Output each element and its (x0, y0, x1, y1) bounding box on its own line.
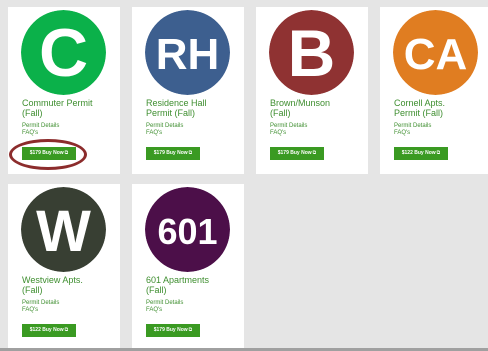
buy-now-button[interactable]: $122 Buy Now⧉ (394, 147, 448, 160)
permit-title: Residence Hall Permit (Fall) (146, 98, 242, 118)
permit-details-link[interactable]: Permit Details (394, 123, 431, 130)
permit-title: Commuter Permit (Fall) (22, 98, 118, 118)
buy-price: $179 (153, 150, 165, 156)
permit-title-line2: (Fall) (22, 285, 43, 295)
faq-link[interactable]: FAQ's (146, 307, 162, 314)
permit-title: Brown/Munson (Fall) (270, 98, 366, 118)
permit-card-commuter: C Commuter Permit (Fall) Permit Details … (8, 7, 120, 174)
commuter-logo-badge: C (21, 10, 106, 95)
buy-now-button[interactable]: $122 Buy Now⧉ (22, 324, 76, 337)
buy-price: $179 (277, 150, 289, 156)
permit-details-link[interactable]: Permit Details (146, 300, 183, 307)
buy-label: Buy Now (42, 150, 64, 156)
buy-label: Buy Now (414, 150, 436, 156)
external-link-icon: ⧉ (188, 327, 193, 333)
logo-letter: B (288, 16, 336, 90)
permit-title-line2: Permit (Fall) (146, 108, 195, 118)
601-apartments-logo: 601 (145, 187, 230, 272)
logo-letter: 601 (157, 211, 217, 252)
faq-link[interactable]: FAQ's (270, 130, 286, 137)
faq-link[interactable]: FAQ's (22, 307, 38, 314)
permit-title-line2: Permit (Fall) (394, 108, 443, 118)
cornell-apts-logo: CA (393, 10, 478, 95)
permit-title-line1: Commuter Permit (22, 98, 93, 108)
buy-price: $122 (401, 150, 413, 156)
residence-hall-logo-badge: RH (145, 10, 230, 95)
buy-now-button[interactable]: $179 Buy Now⧉ (22, 147, 76, 160)
permit-card-601-apartments: 601 601 Apartments (Fall) Permit Details… (132, 184, 244, 351)
permit-title-line1: 601 Apartments (146, 275, 210, 285)
601-apartments-logo-badge: 601 (145, 187, 230, 272)
permit-title: Cornell Apts. Permit (Fall) (394, 98, 488, 118)
westview-apts-logo-badge: W (21, 187, 106, 272)
permit-title-line1: Westview Apts. (22, 275, 83, 285)
permit-details-link[interactable]: Permit Details (22, 123, 59, 130)
external-link-icon: ⧉ (64, 327, 69, 333)
permit-title-line1: Cornell Apts. (394, 98, 446, 108)
buy-label: Buy Now (166, 327, 188, 333)
permit-title: Westview Apts. (Fall) (22, 275, 118, 295)
brown-munson-logo: B (269, 10, 354, 95)
faq-link[interactable]: FAQ's (394, 130, 410, 137)
logo-letter: RH (156, 30, 220, 79)
buy-price: $122 (29, 327, 41, 333)
commuter-logo: C (21, 10, 106, 95)
permit-details-link[interactable]: Permit Details (22, 300, 59, 307)
faq-link[interactable]: FAQ's (146, 130, 162, 137)
permit-card-westview-apts: W Westview Apts. (Fall) Permit Details F… (8, 184, 120, 351)
buy-now-button[interactable]: $179 Buy Now⧉ (146, 147, 200, 160)
external-link-icon: ⧉ (312, 150, 317, 156)
permit-title-line1: Brown/Munson (270, 98, 331, 108)
permit-card-cornell-apts: CA Cornell Apts. Permit (Fall) Permit De… (380, 7, 488, 174)
permit-title-line2: (Fall) (22, 108, 43, 118)
buy-label: Buy Now (166, 150, 188, 156)
brown-munson-logo-badge: B (269, 10, 354, 95)
buy-now-button[interactable]: $179 Buy Now⧉ (270, 147, 324, 160)
permit-title-line1: Residence Hall (146, 98, 207, 108)
logo-letter: C (39, 15, 88, 91)
logo-letter: CA (404, 30, 468, 79)
logo-letter: W (36, 199, 91, 264)
permit-card-residence-hall: RH Residence Hall Permit (Fall) Permit D… (132, 7, 244, 174)
buy-price: $179 (29, 150, 41, 156)
buy-label: Buy Now (42, 327, 64, 333)
buy-price: $179 (153, 327, 165, 333)
buy-label: Buy Now (290, 150, 312, 156)
residence-hall-logo: RH (145, 10, 230, 95)
permit-title-line2: (Fall) (146, 285, 167, 295)
external-link-icon: ⧉ (436, 150, 441, 156)
faq-link[interactable]: FAQ's (22, 130, 38, 137)
buy-now-button[interactable]: $179 Buy Now⧉ (146, 324, 200, 337)
permit-details-link[interactable]: Permit Details (270, 123, 307, 130)
cornell-apts-logo-badge: CA (393, 10, 478, 95)
westview-apts-logo: W (21, 187, 106, 272)
permit-card-brown-munson: B Brown/Munson (Fall) Permit Details FAQ… (256, 7, 368, 174)
external-link-icon: ⧉ (64, 150, 69, 156)
permit-title-line2: (Fall) (270, 108, 291, 118)
external-link-icon: ⧉ (188, 150, 193, 156)
permit-title: 601 Apartments (Fall) (146, 275, 242, 295)
permit-details-link[interactable]: Permit Details (146, 123, 183, 130)
